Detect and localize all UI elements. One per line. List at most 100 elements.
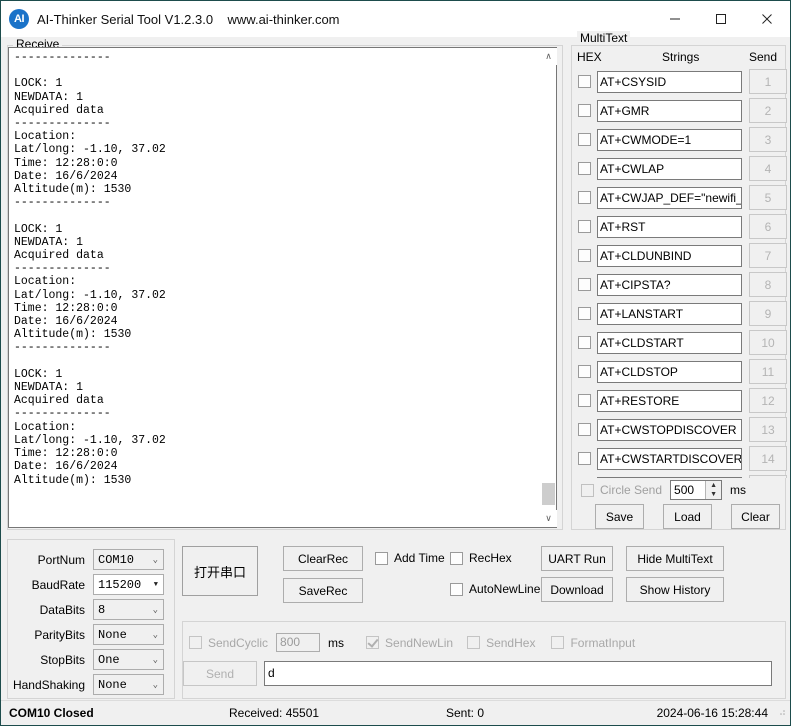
send-slot-button[interactable]: 7: [749, 243, 787, 268]
stepper-arrows[interactable]: ▲ ▼: [705, 481, 722, 499]
format-input-checkbox[interactable]: [551, 636, 565, 649]
hex-checkbox[interactable]: [578, 452, 591, 465]
command-input[interactable]: AT+CLDSTART: [597, 331, 742, 354]
send-slot-button[interactable]: 6: [749, 214, 787, 239]
uart-run-button[interactable]: UART Run: [541, 546, 613, 571]
setting-combobox[interactable]: None ⌄: [93, 674, 164, 695]
setting-value: None: [98, 677, 127, 692]
serial-tool-window: AI AI-Thinker Serial Tool V1.2.3.0 www.a…: [0, 0, 791, 726]
scroll-up-icon[interactable]: ∧: [540, 48, 557, 65]
command-input[interactable]: AT+CLDSTOP: [597, 360, 742, 383]
hex-checkbox[interactable]: [578, 249, 591, 262]
hex-checkbox[interactable]: [578, 191, 591, 204]
setting-combobox[interactable]: COM10 ⌄: [93, 549, 164, 570]
hex-checkbox[interactable]: [578, 423, 591, 436]
save-rec-button[interactable]: SaveRec: [283, 578, 363, 603]
send-hex-checkbox[interactable]: [467, 636, 481, 649]
hex-checkbox[interactable]: [578, 133, 591, 146]
chevron-down-icon[interactable]: ⌄: [153, 680, 158, 690]
send-slot-button[interactable]: 10: [749, 330, 787, 355]
hex-checkbox[interactable]: [578, 278, 591, 291]
send-cyclic-interval-input[interactable]: 800: [276, 633, 321, 652]
hex-checkbox[interactable]: [578, 75, 591, 88]
send-slot-button[interactable]: 12: [749, 388, 787, 413]
stepper-down-icon[interactable]: ▼: [706, 490, 721, 499]
send-input[interactable]: d: [264, 661, 772, 686]
send-slot-button[interactable]: 8: [749, 272, 787, 297]
clear-rec-button[interactable]: ClearRec: [283, 546, 363, 571]
hex-checkbox[interactable]: [578, 162, 591, 175]
send-cyclic-checkbox[interactable]: [189, 636, 202, 649]
add-time-checkbox[interactable]: [375, 551, 388, 565]
open-port-button[interactable]: 打开串口: [182, 546, 258, 596]
hex-checkbox[interactable]: [578, 104, 591, 117]
setting-combobox[interactable]: None ⌄: [93, 624, 164, 645]
hex-checkbox[interactable]: [578, 307, 591, 320]
clear-button[interactable]: Clear: [731, 504, 780, 529]
send-slot-button[interactable]: 15: [749, 475, 787, 478]
hex-checkbox[interactable]: [578, 394, 591, 407]
command-input[interactable]: AT+RST: [597, 215, 742, 238]
auto-new-line-checkbox[interactable]: [450, 582, 463, 596]
close-icon[interactable]: [744, 1, 790, 37]
rec-hex-checkbox[interactable]: [450, 551, 463, 565]
stepper-up-icon[interactable]: ▲: [706, 481, 721, 490]
send-slot-button[interactable]: 11: [749, 359, 787, 384]
rec-hex-checkbox-row[interactable]: RecHex: [450, 551, 512, 565]
send-slot-button[interactable]: 5: [749, 185, 787, 210]
circle-send-checkbox[interactable]: [581, 483, 594, 497]
hide-multitext-button[interactable]: Hide MultiText: [626, 546, 724, 571]
command-input[interactable]: AT+GMR: [597, 99, 742, 122]
command-input[interactable]: AT+CWSTOPDISCOVER: [597, 418, 742, 441]
scroll-down-icon[interactable]: ∨: [540, 510, 557, 527]
hex-checkbox[interactable]: [578, 336, 591, 349]
command-input[interactable]: AT+CIPSTA?: [597, 273, 742, 296]
send-slot-button[interactable]: 9: [749, 301, 787, 326]
circle-send-label: Circle Send: [600, 483, 663, 497]
add-time-label: Add Time: [394, 551, 445, 565]
chevron-down-icon[interactable]: ⌄: [153, 655, 158, 665]
hex-checkbox[interactable]: [578, 365, 591, 378]
chevron-down-icon[interactable]: ⌄: [153, 555, 158, 565]
command-input[interactable]: AT+CSYSID: [597, 70, 742, 93]
scrollbar-thumb[interactable]: [542, 483, 555, 505]
command-input[interactable]: AT+CWSTARTDISCOVER=: [597, 447, 742, 470]
receive-textarea[interactable]: -------------- LOCK: 1 NEWDATA: 1 Acquir…: [8, 47, 557, 528]
maximize-icon[interactable]: [698, 1, 744, 37]
send-slot-button[interactable]: 3: [749, 127, 787, 152]
receive-scrollbar[interactable]: ∧ ∨: [539, 48, 557, 527]
column-header-send: Send: [749, 50, 778, 64]
command-input[interactable]: AT+LANSTART: [597, 302, 742, 325]
chevron-down-icon[interactable]: ⌄: [153, 630, 158, 640]
circle-send-interval-stepper[interactable]: 500 ▲ ▼: [670, 480, 723, 500]
save-button[interactable]: Save: [595, 504, 644, 529]
command-input[interactable]: AT+CWJAP_DEF="newifi_: [597, 186, 742, 209]
download-button[interactable]: Download: [541, 577, 613, 602]
command-input[interactable]: AT+CWLAP: [597, 157, 742, 180]
show-history-button[interactable]: Show History: [626, 577, 724, 602]
command-input[interactable]: AT+CIUPDATE: [597, 476, 742, 478]
setting-row: BaudRate 115200 ▼: [7, 572, 173, 597]
load-button[interactable]: Load: [663, 504, 712, 529]
send-slot-button[interactable]: 1: [749, 69, 787, 94]
hex-checkbox[interactable]: [578, 220, 591, 233]
setting-combobox[interactable]: 115200 ▼: [93, 574, 164, 595]
chevron-down-icon[interactable]: ⌄: [153, 605, 158, 615]
multitext-row: AT+GMR 2: [575, 96, 787, 125]
chevron-down-icon[interactable]: ▼: [154, 581, 158, 589]
send-new-line-checkbox[interactable]: [366, 636, 380, 649]
auto-new-line-checkbox-row[interactable]: AutoNewLine: [450, 582, 540, 596]
add-time-checkbox-row[interactable]: Add Time: [375, 551, 445, 565]
send-slot-button[interactable]: 14: [749, 446, 787, 471]
resize-grip-icon[interactable]: [776, 706, 786, 716]
command-input[interactable]: AT+CWMODE=1: [597, 128, 742, 151]
setting-combobox[interactable]: 8 ⌄: [93, 599, 164, 620]
command-input[interactable]: AT+RESTORE: [597, 389, 742, 412]
send-slot-button[interactable]: 4: [749, 156, 787, 181]
minimize-icon[interactable]: [652, 1, 698, 37]
setting-combobox[interactable]: One ⌄: [93, 649, 164, 670]
send-slot-button[interactable]: 13: [749, 417, 787, 442]
send-button[interactable]: Send: [183, 661, 257, 686]
command-input[interactable]: AT+CLDUNBIND: [597, 244, 742, 267]
send-slot-button[interactable]: 2: [749, 98, 787, 123]
